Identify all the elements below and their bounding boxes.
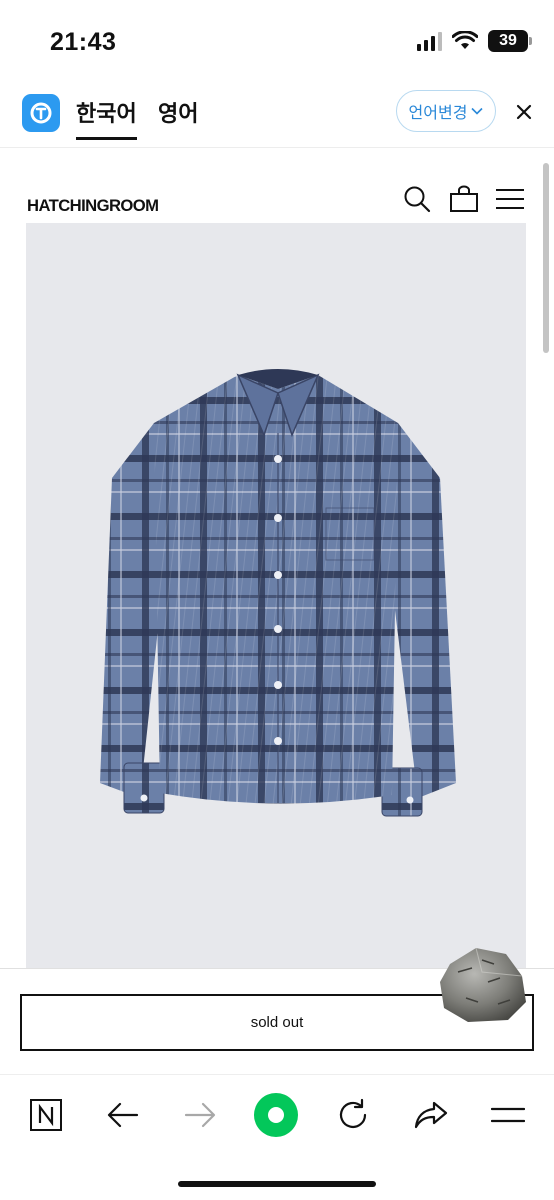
reload-icon[interactable] [331,1093,375,1137]
status-bar: 21:43 39 [0,0,554,80]
status-icons: 39 [417,30,532,52]
site-header: HATCHINGROOM [0,150,554,222]
search-icon[interactable] [401,184,433,214]
page-scrollbar[interactable] [543,163,549,353]
translate-bar: 한국어 영어 언어변경 [0,80,554,148]
back-arrow-icon[interactable] [101,1093,145,1137]
tab-english[interactable]: 영어 [158,96,198,128]
rock-sticker-image [438,942,528,1024]
shopping-bag-icon[interactable] [448,184,480,214]
menu-icon[interactable] [494,184,526,214]
change-language-button[interactable]: 언어변경 [396,90,496,132]
close-icon[interactable] [510,96,538,128]
plaid-shirt-image [100,369,456,817]
product-image [26,223,526,969]
naver-n-icon[interactable] [24,1093,68,1137]
cellular-signal-icon [417,31,442,51]
tab-korean[interactable]: 한국어 [76,96,137,140]
status-time: 21:43 [50,28,117,56]
green-dot-icon[interactable] [253,1092,299,1138]
hamburger-icon[interactable] [486,1093,530,1137]
forward-arrow-icon[interactable] [178,1093,222,1137]
home-indicator [178,1181,376,1187]
wifi-icon [452,31,478,49]
papago-logo-icon [22,94,60,132]
brand-logo[interactable]: HATCHINGROOM [27,196,159,216]
chevron-down-icon [471,107,484,115]
share-icon[interactable] [409,1093,453,1137]
battery-indicator: 39 [488,30,532,52]
change-language-label: 언어변경 [408,105,468,122]
